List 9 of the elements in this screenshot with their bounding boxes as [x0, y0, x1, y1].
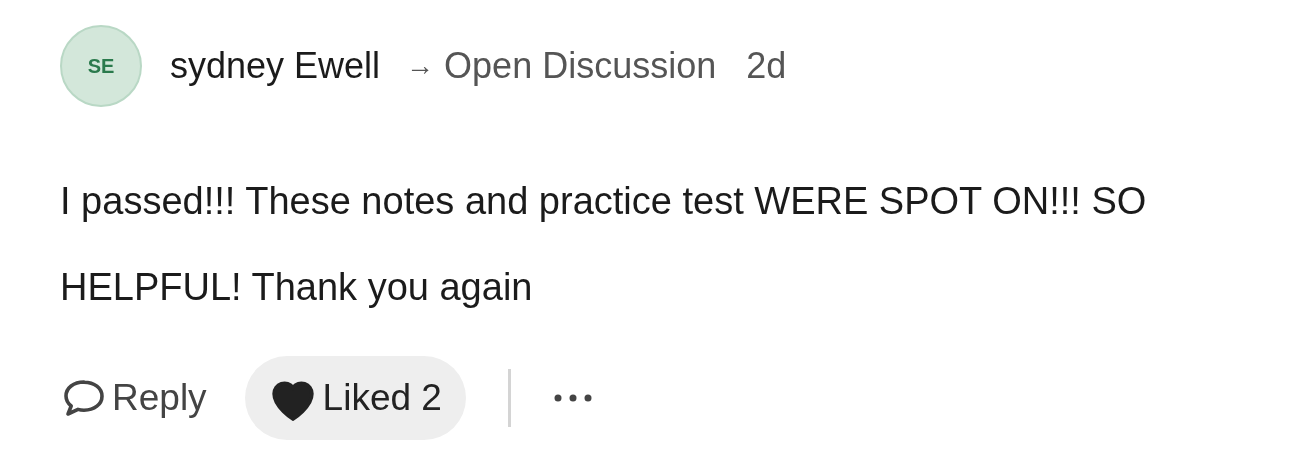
author-name[interactable]: sydney Ewell [170, 45, 381, 87]
more-icon[interactable] [552, 393, 593, 403]
avatar: SE [60, 25, 142, 107]
arrow-icon: → [406, 50, 435, 82]
comment-text: I passed!!! These notes and practice test WERE SPOT ON!!! SO HELPFUL! Thank you again [60, 179, 1148, 310]
timestamp: 2d [746, 45, 787, 87]
like-button[interactable]: Liked 2 [244, 356, 466, 440]
discussion-link[interactable]: Open Discussion [444, 45, 717, 87]
reply-button[interactable]: Reply [60, 377, 207, 419]
